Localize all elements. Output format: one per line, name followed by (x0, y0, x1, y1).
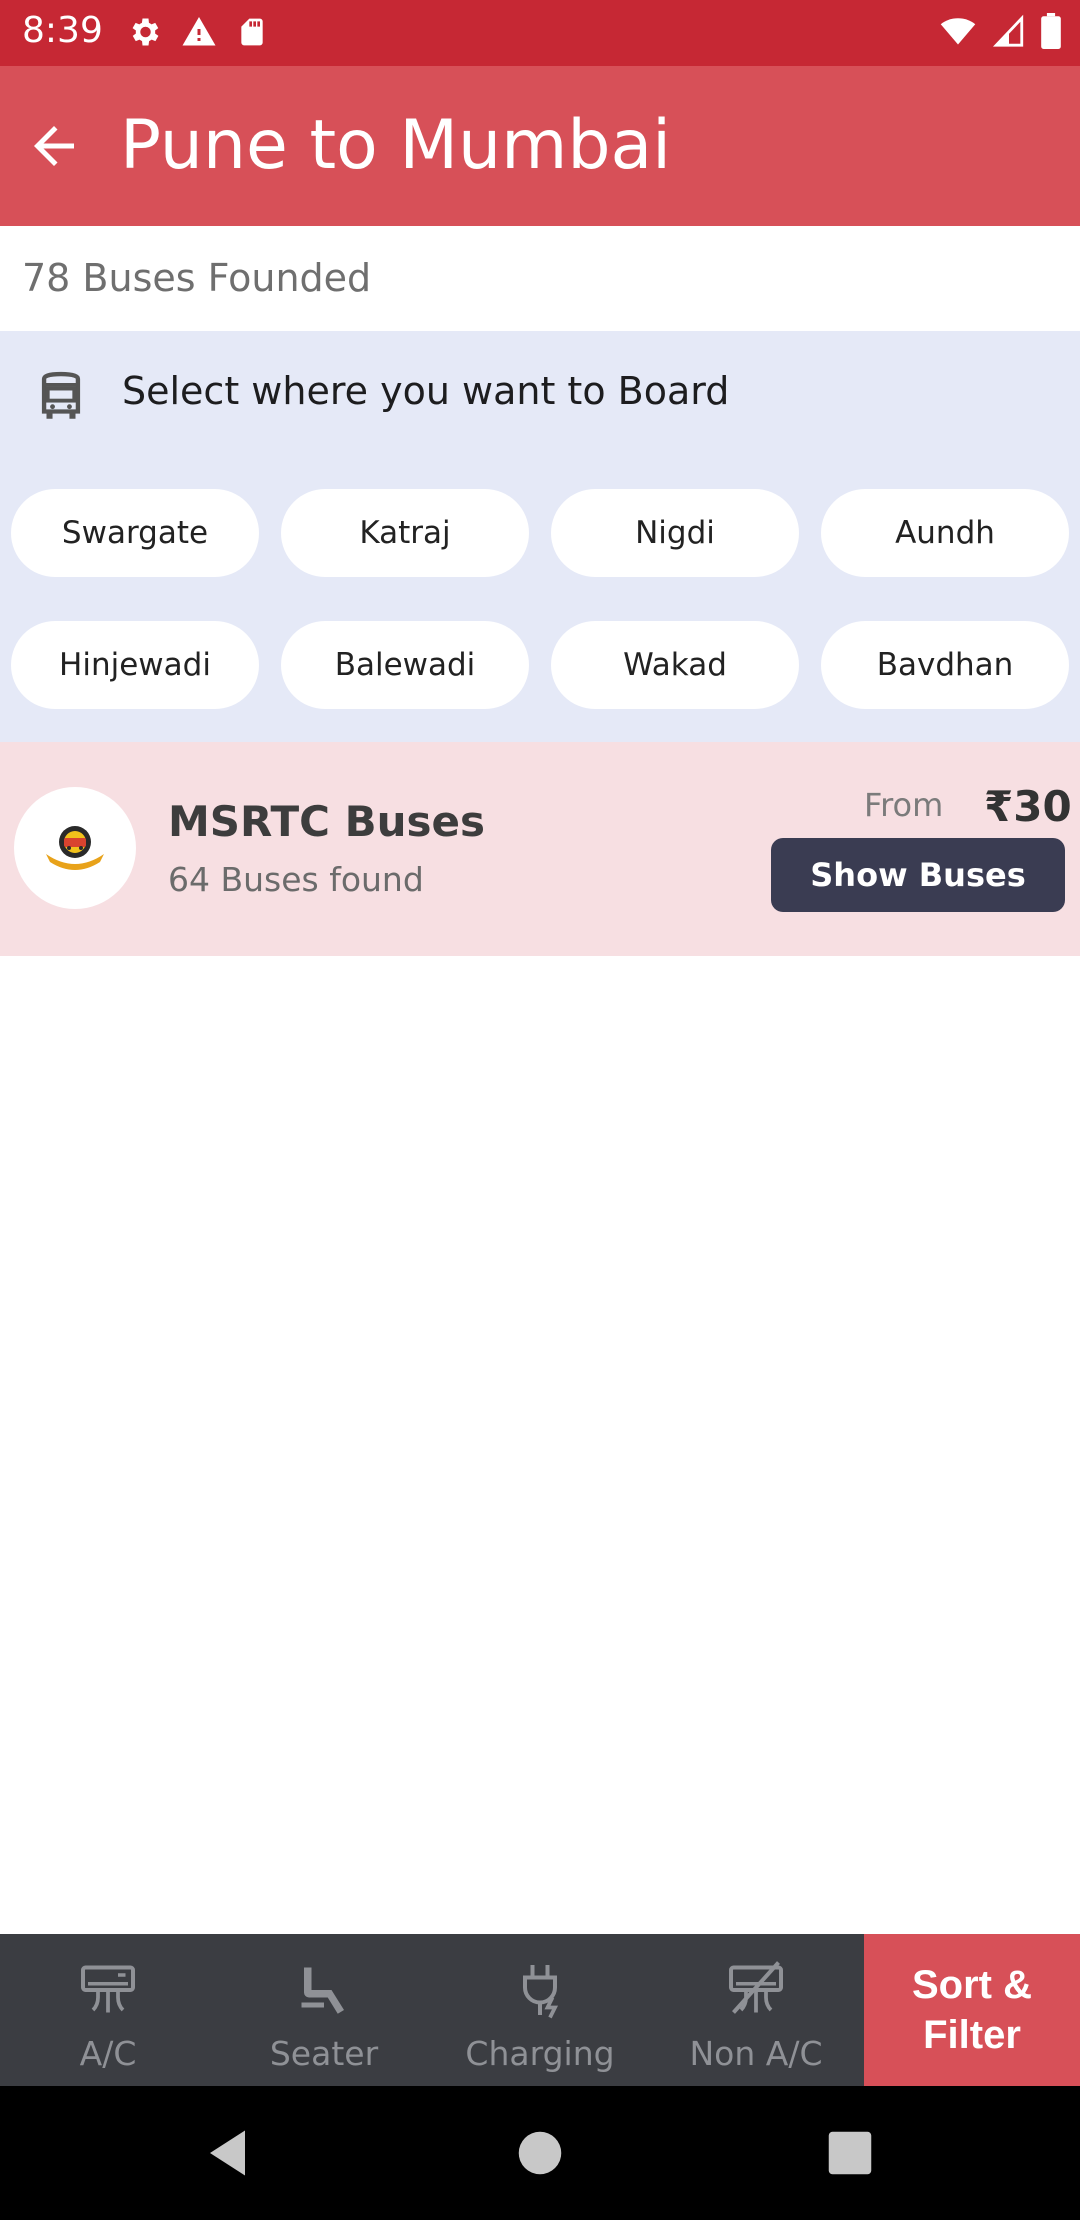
bus-icon (41, 371, 81, 419)
signal-icon (992, 14, 1024, 47)
filter-non-ac[interactable]: Non A/C (648, 1934, 864, 2086)
operator-bus-count: 64 Buses found (168, 860, 424, 899)
sort-filter-label: Sort & Filter (912, 1960, 1032, 2060)
boarding-chip-balewadi[interactable]: Balewadi (281, 621, 529, 709)
price-value: ₹30 (984, 782, 1072, 831)
gear-icon (132, 18, 159, 46)
operator-card[interactable]: MSRTC Buses 64 Buses found From ₹30 Show… (0, 742, 1080, 956)
seat-icon (301, 1967, 344, 2014)
filter-charging[interactable]: Charging (432, 1934, 648, 2086)
sort-filter-button[interactable]: Sort & Filter (864, 1934, 1080, 2086)
status-left-icons (126, 14, 268, 50)
boarding-chip-nigdi[interactable]: Nigdi (551, 489, 799, 577)
nav-recents-icon[interactable] (820, 2123, 880, 2183)
filter-charging-label: Charging (465, 2034, 615, 2073)
system-nav-bar (0, 2086, 1080, 2220)
sort-filter-line1: Sort & (912, 1963, 1032, 2007)
filter-non-ac-label: Non A/C (689, 2034, 823, 2073)
filter-ac-label: A/C (79, 2034, 137, 2073)
show-buses-button[interactable]: Show Buses (771, 838, 1065, 912)
app-bar: Pune to Mumbai (0, 66, 1080, 226)
results-count: 78 Buses Founded (22, 256, 372, 300)
filter-seater[interactable]: Seater (216, 1934, 432, 2086)
boarding-title: Select where you want to Board (122, 369, 730, 413)
filter-seater-label: Seater (269, 2034, 379, 2073)
operator-name: MSRTC Buses (168, 797, 485, 846)
back-arrow-icon[interactable] (24, 116, 84, 176)
boarding-chip-katraj[interactable]: Katraj (281, 489, 529, 577)
price-from-label: From (864, 786, 944, 824)
page-title: Pune to Mumbai (120, 106, 672, 185)
results-count-row: 78 Buses Founded (0, 226, 1080, 330)
nav-home-icon[interactable] (510, 2123, 570, 2183)
wifi-icon (940, 18, 976, 45)
non-ac-icon (729, 1961, 783, 2014)
boarding-chip-wakad[interactable]: Wakad (551, 621, 799, 709)
msrtc-logo-icon (46, 826, 104, 870)
sort-filter-line2: Filter (923, 2013, 1021, 2057)
filter-ac[interactable]: A/C (0, 1934, 216, 2086)
nav-back-icon[interactable] (200, 2123, 260, 2183)
sd-card-icon (241, 18, 263, 46)
status-right-icons (938, 13, 1062, 49)
boarding-section: Select where you want to Board Swargate … (0, 331, 1080, 742)
charging-plug-icon (523, 1965, 559, 2019)
boarding-chip-hinjewadi[interactable]: Hinjewadi (11, 621, 259, 709)
battery-icon (1041, 13, 1061, 49)
operator-logo (14, 787, 136, 909)
status-bar: 8:39 (0, 0, 1080, 66)
boarding-chip-bavdhan[interactable]: Bavdhan (821, 621, 1069, 709)
filter-bar: A/C Seater Charging Non A/C Sort & Filte (0, 1934, 1080, 2086)
warning-icon (182, 17, 216, 46)
boarding-chip-aundh[interactable]: Aundh (821, 489, 1069, 577)
status-time: 8:39 (22, 10, 103, 51)
boarding-chip-swargate[interactable]: Swargate (11, 489, 259, 577)
ac-icon (81, 1965, 135, 2013)
